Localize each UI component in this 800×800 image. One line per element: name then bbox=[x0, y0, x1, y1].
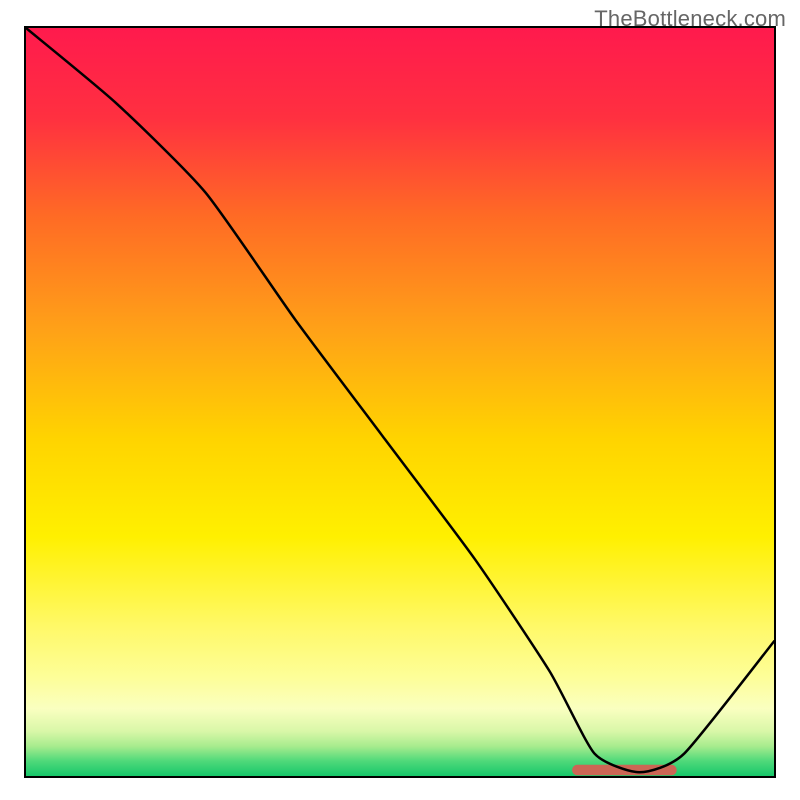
plot-svg bbox=[26, 28, 774, 776]
chart-container: TheBottleneck.com bbox=[0, 0, 800, 800]
watermark-text: TheBottleneck.com bbox=[594, 6, 786, 32]
background-rect bbox=[26, 28, 774, 776]
plot-area bbox=[24, 26, 776, 778]
